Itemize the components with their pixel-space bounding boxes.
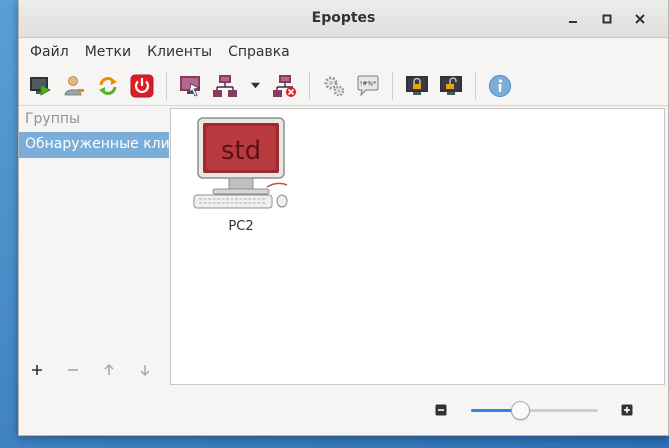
info-icon	[489, 74, 511, 97]
execute-command-button[interactable]	[319, 71, 349, 101]
gears-icon	[324, 76, 345, 96]
desktop-background	[0, 0, 18, 448]
menu-bar: Файл Метки Клиенты Справка	[19, 38, 668, 66]
user-icon	[64, 75, 84, 95]
remove-group-button[interactable]	[55, 358, 91, 382]
lock-screen-icon	[406, 75, 428, 95]
unlock-screen-icon	[440, 75, 462, 95]
screen-text: std	[221, 136, 261, 166]
zoom-slider[interactable]	[471, 400, 598, 420]
close-icon	[635, 14, 645, 24]
menu-labels[interactable]: Метки	[77, 40, 139, 64]
clients-view: std PC2	[170, 108, 665, 385]
shutdown-button[interactable]	[127, 71, 157, 101]
plus-icon	[32, 365, 42, 375]
toolbar-separator	[309, 71, 310, 100]
toolbar-separator	[166, 71, 167, 100]
dropdown-arrow-icon	[250, 82, 260, 89]
slider-knob[interactable]	[511, 401, 530, 420]
send-message-button[interactable]: !#%*	[353, 71, 383, 101]
menu-help[interactable]: Справка	[220, 40, 298, 64]
message-icon: !#%*	[357, 75, 379, 97]
client-label: PC2	[228, 219, 254, 234]
zoom-out-icon[interactable]	[435, 404, 447, 416]
stop-transmission-button[interactable]	[270, 71, 300, 101]
menu-file[interactable]: Файл	[22, 40, 77, 64]
title-bar[interactable]: Epoptes	[19, 0, 668, 38]
network-button[interactable]	[210, 71, 240, 101]
epoptes-window: Epoptes Файл Метки Клиенты Справка !#%* …	[18, 0, 669, 436]
monitor-play-icon	[30, 76, 51, 96]
groups-header: Группы	[25, 111, 81, 127]
add-group-button[interactable]	[19, 358, 55, 382]
move-group-up-button[interactable]	[91, 358, 127, 382]
connect-button[interactable]	[25, 71, 55, 101]
minimize-button[interactable]	[563, 9, 583, 29]
power-icon	[130, 74, 154, 97]
lock-screen-button[interactable]	[402, 71, 432, 101]
zoom-in-icon[interactable]	[621, 404, 633, 416]
minus-icon	[68, 369, 78, 371]
login-button[interactable]	[59, 71, 89, 101]
reboot-button[interactable]	[93, 71, 123, 101]
sidebar-item-detected-clients[interactable]: Обнаруженные клие	[19, 132, 169, 158]
menu-clients[interactable]: Клиенты	[139, 40, 220, 64]
unlock-screen-button[interactable]	[436, 71, 466, 101]
about-button[interactable]	[485, 71, 515, 101]
toolbar-separator	[392, 71, 393, 100]
close-button[interactable]	[630, 9, 650, 29]
network-dropdown-button[interactable]	[246, 71, 264, 101]
status-bar	[19, 386, 668, 435]
arrow-down-icon	[140, 365, 150, 377]
groups-sidebar: Группы Обнаруженные клие	[19, 106, 169, 386]
minimize-icon	[569, 21, 577, 23]
broadcast-button[interactable]	[176, 71, 206, 101]
arrow-up-icon	[104, 363, 114, 375]
maximize-button[interactable]	[597, 9, 617, 29]
client-pc2[interactable]: std PC2	[191, 115, 291, 234]
maximize-icon	[602, 14, 612, 24]
svg-text:!#%*: !#%*	[360, 80, 376, 87]
move-group-down-button[interactable]	[127, 358, 163, 382]
group-controls	[19, 358, 169, 382]
toolbar: !#%*	[19, 66, 668, 106]
broadcast-icon	[180, 75, 201, 96]
computer-icon: std	[193, 117, 288, 209]
network-icon	[213, 74, 237, 97]
toolbar-separator	[475, 71, 476, 100]
network-stop-icon	[273, 74, 296, 97]
reboot-icon	[99, 76, 117, 95]
